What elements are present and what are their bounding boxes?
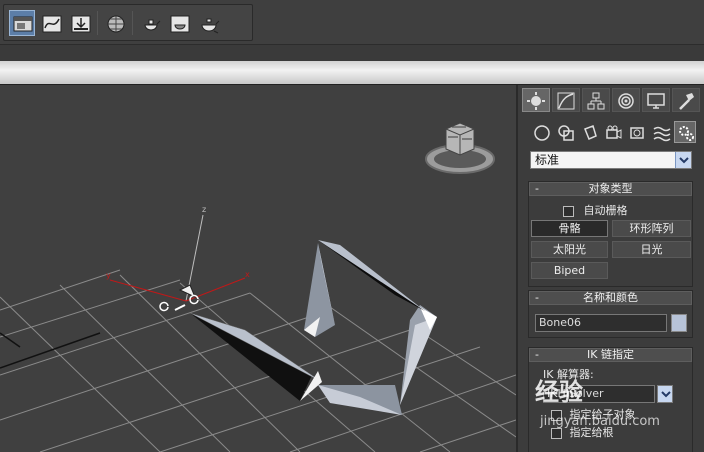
- tab-modify[interactable]: [552, 88, 580, 112]
- teapot-frame-icon: [144, 19, 161, 31]
- svg-text:x: x: [245, 270, 250, 279]
- chevron-down-icon[interactable]: [675, 152, 691, 168]
- chevron-down-icon: [661, 391, 671, 398]
- toolbar-strip: [0, 44, 704, 61]
- bones-button[interactable]: 骨骼: [531, 220, 608, 237]
- toolbar-separator: [97, 11, 98, 35]
- toolbar-group: [3, 4, 253, 41]
- tab-motion[interactable]: [612, 88, 640, 112]
- sphere-icon: [534, 125, 550, 141]
- subcat-helpers[interactable]: [626, 121, 648, 143]
- svg-text:y: y: [106, 271, 111, 280]
- collapse-icon: -: [535, 348, 539, 361]
- grid-axis-line: [0, 332, 101, 369]
- name-color-title: 名称和颜色: [583, 291, 638, 304]
- teapot-icon: [201, 18, 220, 34]
- teapot-render-icon: [170, 15, 190, 33]
- ring-array-button[interactable]: 环形阵列: [612, 220, 691, 237]
- viewcube[interactable]: [424, 115, 496, 177]
- ik-chain-title: IK 链指定: [587, 348, 634, 361]
- create-subcategories: [530, 121, 696, 147]
- subcat-cameras[interactable]: [602, 121, 624, 143]
- ik-chain-rollout-header[interactable]: - IK 链指定: [529, 348, 692, 362]
- material-editor-icon: [107, 15, 125, 33]
- scene-explorer-icon: [13, 16, 33, 32]
- viewport-label-bar: [0, 61, 704, 85]
- subcat-lights[interactable]: [578, 121, 600, 143]
- bone-chain[interactable]: [189, 240, 437, 415]
- grid-axis-line: [0, 332, 21, 348]
- motion-icon: [618, 93, 634, 109]
- object-type-rollout-header[interactable]: - 对象类型: [529, 182, 692, 196]
- curve-editor-icon: [42, 15, 62, 33]
- viewcube-icon: [425, 122, 495, 174]
- command-panel-tabs: [522, 88, 700, 114]
- autogrid-checkbox[interactable]: [563, 205, 574, 217]
- render-iterative-button[interactable]: [195, 10, 221, 36]
- subcat-shapes[interactable]: [554, 121, 576, 143]
- toolbar-separator: [132, 11, 133, 35]
- display-monitor-icon: [647, 93, 665, 109]
- shapes-icon: [558, 125, 574, 141]
- sunlight-button[interactable]: 太阳光: [531, 241, 608, 258]
- assign-root-checkbox[interactable]: [551, 427, 562, 439]
- gears-icon: [679, 126, 694, 141]
- curve-editor-button[interactable]: [38, 10, 64, 36]
- watermark-logo: 经验: [535, 378, 583, 406]
- biped-button[interactable]: Biped: [531, 262, 608, 279]
- render-setup-button[interactable]: [67, 10, 93, 36]
- modify-icon: [557, 92, 575, 110]
- svg-text:z: z: [202, 205, 206, 214]
- transform-gizmo[interactable]: z y x: [106, 205, 250, 312]
- object-name-field[interactable]: Bone06: [535, 314, 667, 332]
- render-setup-icon: [71, 15, 91, 33]
- subcat-geometry[interactable]: [530, 121, 552, 143]
- watermark-url: jingyan.baidu.com: [540, 414, 660, 429]
- ik-solver-dropdown-arrow[interactable]: [657, 385, 673, 403]
- object-color-swatch[interactable]: [671, 314, 687, 332]
- material-editor-button[interactable]: [102, 10, 128, 36]
- perspective-viewport[interactable]: z y x: [0, 85, 516, 452]
- autogrid-label: 自动栅格: [583, 204, 628, 217]
- dropdown-arrow-shape: [679, 157, 689, 164]
- name-color-rollout: - 名称和颜色 Bone06: [528, 290, 693, 338]
- tab-create[interactable]: [522, 88, 550, 112]
- tab-utilities[interactable]: [672, 88, 700, 112]
- render-frame-button[interactable]: [137, 10, 163, 36]
- tab-display[interactable]: [642, 88, 670, 112]
- name-color-rollout-header[interactable]: - 名称和颜色: [529, 291, 692, 305]
- wave-icon: [653, 126, 671, 142]
- collapse-icon: -: [535, 291, 539, 304]
- scene-explorer-button[interactable]: [9, 10, 35, 36]
- hammer-icon: [679, 93, 694, 110]
- camera-icon: [606, 125, 622, 139]
- object-type-rollout: - 对象类型 自动栅格 骨骼 环形阵列 太阳光 日光 Biped: [528, 181, 693, 287]
- subcat-space-warps[interactable]: [650, 121, 672, 143]
- helper-icon: [630, 127, 644, 139]
- object-type-title: 对象类型: [588, 182, 633, 195]
- hierarchy-icon: [587, 92, 605, 110]
- create-sun-icon: [527, 92, 545, 110]
- collapse-icon: -: [535, 182, 539, 195]
- light-icon: [584, 125, 597, 140]
- category-dropdown[interactable]: 标准: [530, 151, 692, 169]
- render-production-button[interactable]: [166, 10, 192, 36]
- main-toolbar: [0, 0, 704, 44]
- autogrid-row[interactable]: 自动栅格: [563, 202, 628, 218]
- tab-hierarchy[interactable]: [582, 88, 610, 112]
- subcat-systems[interactable]: [674, 121, 696, 143]
- category-dropdown-value: 标准: [535, 153, 560, 167]
- daylight-button[interactable]: 日光: [612, 241, 691, 258]
